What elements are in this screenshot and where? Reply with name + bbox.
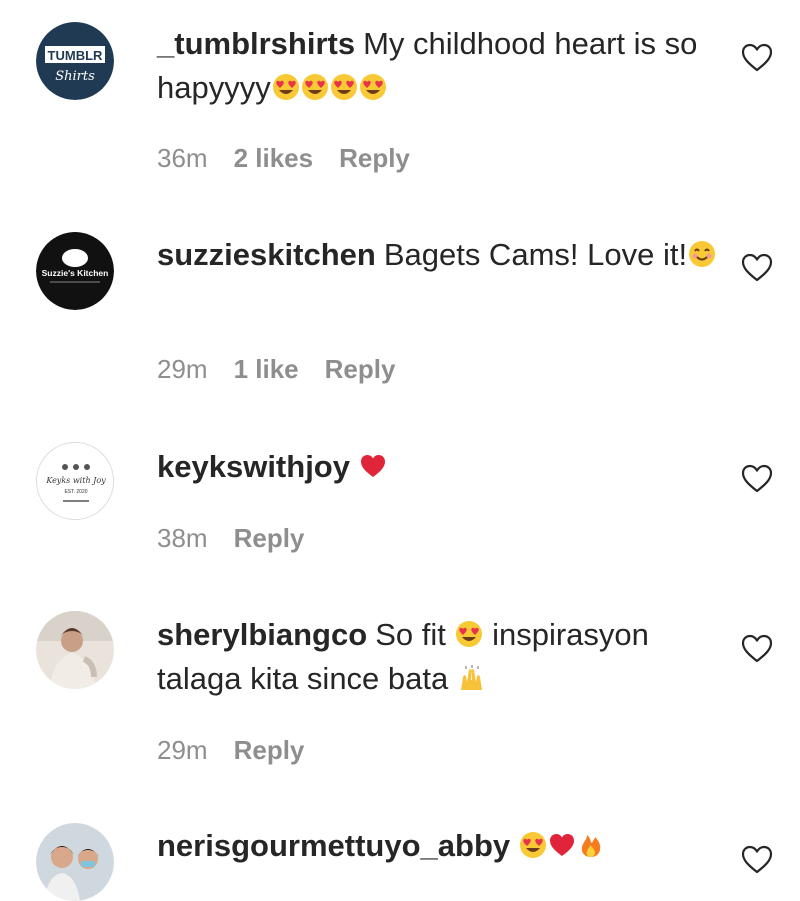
- comment-time: 29m: [157, 354, 208, 384]
- like-heart-icon[interactable]: [740, 843, 774, 877]
- avatar[interactable]: TUMBLR Shirts: [36, 22, 114, 100]
- reply-button[interactable]: Reply: [339, 143, 410, 173]
- avatar[interactable]: Keyks with Joy EST. 2020: [36, 442, 114, 520]
- comment-meta: 36m 2 likes Reply: [157, 143, 436, 173]
- username-link[interactable]: sherylbiangco: [157, 617, 367, 652]
- comment-time: 29m: [157, 735, 208, 765]
- reply-button[interactable]: Reply: [234, 735, 305, 765]
- avatar[interactable]: Suzzie's Kitchen: [36, 232, 114, 310]
- red-heart-emoji: [359, 452, 387, 480]
- svg-text:Suzzie's Kitchen: Suzzie's Kitchen: [42, 268, 109, 278]
- comment-meta: 29m Reply: [157, 735, 330, 765]
- comment-text: So fit: [375, 617, 446, 652]
- reply-button[interactable]: Reply: [234, 523, 305, 553]
- red-heart-emoji: [548, 831, 576, 859]
- smiling-emoji: [688, 240, 716, 268]
- heart-eyes-emoji: [455, 620, 483, 648]
- heart-eyes-emoji: [330, 73, 358, 101]
- like-heart-icon[interactable]: [740, 462, 774, 496]
- comment-body: suzzieskitchen Bagets Cams! Love it!: [157, 233, 717, 277]
- comment-body: _tumblrshirts My childhood heart is so ha…: [157, 22, 717, 110]
- username-link[interactable]: suzzieskitchen: [157, 237, 376, 272]
- likes-count-button[interactable]: 2 likes: [234, 143, 314, 173]
- username-link[interactable]: _tumblrshirts: [157, 26, 355, 61]
- reply-button[interactable]: Reply: [325, 354, 396, 384]
- comment-time: 36m: [157, 143, 208, 173]
- avatar[interactable]: [36, 611, 114, 689]
- username-link[interactable]: keykswithjoy: [157, 449, 350, 484]
- comment-time: 38m: [157, 523, 208, 553]
- like-heart-icon[interactable]: [740, 632, 774, 666]
- comment-body: keykswithjoy: [157, 445, 717, 489]
- comment-text: Bagets Cams! Love it!: [383, 237, 688, 272]
- fire-emoji: [577, 831, 605, 859]
- heart-eyes-emoji: [301, 73, 329, 101]
- comment-meta: 29m 1 like Reply: [157, 354, 421, 384]
- heart-eyes-emoji: [519, 831, 547, 859]
- svg-text:Keyks with Joy: Keyks with Joy: [45, 476, 106, 485]
- svg-text:TUMBLR: TUMBLR: [48, 48, 103, 63]
- comment-body: nerisgourmettuyo_abby: [157, 824, 717, 868]
- likes-count-button[interactable]: 1 like: [234, 354, 299, 384]
- username-link[interactable]: nerisgourmettuyo_abby: [157, 828, 510, 863]
- like-heart-icon[interactable]: [740, 41, 774, 75]
- svg-text:Shirts: Shirts: [55, 69, 95, 84]
- heart-eyes-emoji: [359, 73, 387, 101]
- like-heart-icon[interactable]: [740, 251, 774, 285]
- svg-text:EST. 2020: EST. 2020: [64, 489, 87, 495]
- avatar[interactable]: [36, 823, 114, 901]
- comment-body: sherylbiangco So fit inspirasyon talaga k…: [157, 613, 717, 701]
- raising-hands-emoji: [458, 664, 486, 692]
- comment-meta: 38m Reply: [157, 523, 330, 553]
- heart-eyes-emoji: [272, 73, 300, 101]
